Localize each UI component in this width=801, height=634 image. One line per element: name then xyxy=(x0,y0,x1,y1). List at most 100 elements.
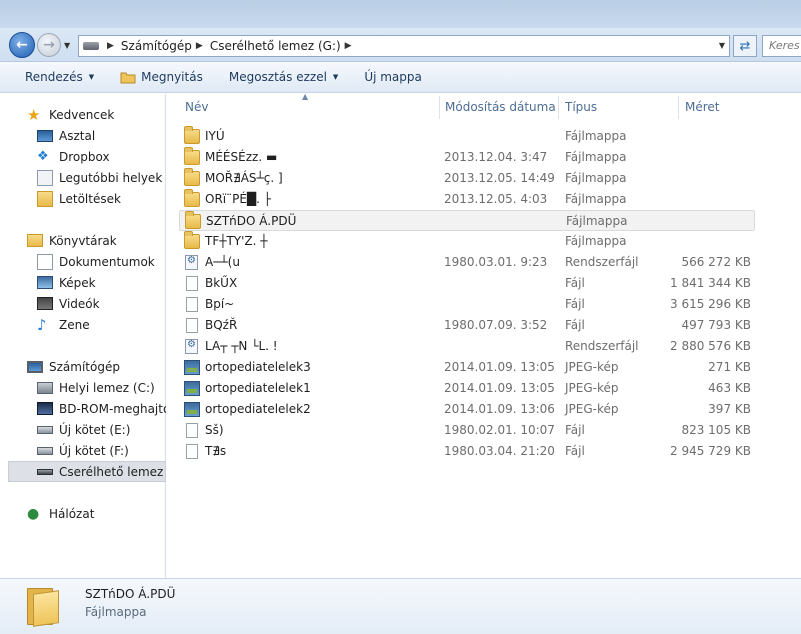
file-row[interactable]: BQźŘ 1980.07.09. 3:52 Fájl 497 793 KB xyxy=(179,315,755,336)
column-header-modified[interactable]: Módosítás dátuma xyxy=(445,100,556,114)
nav-label: Dokumentumok xyxy=(59,254,155,269)
chevron-right-icon[interactable]: ▶ xyxy=(107,41,114,51)
jpeg-image-icon xyxy=(184,360,200,375)
file-row[interactable]: T∄s 1980.03.04. 21:20 Fájl 2 945 729 KB xyxy=(179,441,755,462)
nav-label: Új kötet (F:) xyxy=(59,443,129,458)
file-name: MÉÉSÉzz. ▬ xyxy=(205,150,278,164)
search-input[interactable]: Keres xyxy=(762,35,801,57)
file-row[interactable]: ORï¨PÉ█. ├ 2013.12.05. 4:03 Fájlmappa xyxy=(179,189,755,210)
documents-icon xyxy=(37,253,53,270)
file-name: MOŘ∄ÁS┴ç. ] xyxy=(205,171,283,185)
file-row[interactable]: IYÚ Fájlmappa xyxy=(179,126,755,147)
address-box[interactable]: ▶ Számítógép ▶ Cserélhető lemez (G:) ▶ ▼ xyxy=(78,35,730,57)
nav-dropbox[interactable]: ❖ Dropbox xyxy=(0,146,166,167)
folder-icon xyxy=(184,231,200,249)
nav-favorites[interactable]: ★ Kedvencek xyxy=(0,104,166,125)
breadcrumb-computer[interactable]: Számítógép xyxy=(121,39,192,53)
new-folder-button[interactable]: Új mappa xyxy=(364,70,422,84)
file-row[interactable]: TF┼TY'Z. ┼ Fájlmappa xyxy=(179,231,755,252)
file-name: BQźŘ xyxy=(205,318,238,332)
nav-recent-places[interactable]: Legutóbbi helyek xyxy=(0,167,166,188)
file-name: Sš) xyxy=(205,423,224,437)
organize-button[interactable]: Rendezés ▼ xyxy=(25,70,94,84)
column-divider[interactable] xyxy=(678,96,679,119)
file-size: 497 793 KB xyxy=(681,318,751,332)
file-type: Fájlmappa xyxy=(565,129,627,143)
nav-volume-e[interactable]: Új kötet (E:) xyxy=(0,419,166,440)
nav-videos[interactable]: Videók xyxy=(0,293,166,314)
file-row[interactable]: ortopediatelelek2 2014.01.09. 13:06 JPEG… xyxy=(179,399,755,420)
nav-computer[interactable]: Számítógép xyxy=(0,356,166,377)
file-icon xyxy=(186,318,198,333)
file-row[interactable]: A─┴(u 1980.03.01. 9:23 Rendszerfájl 566 … xyxy=(179,252,755,273)
nav-bd-rom[interactable]: BD-ROM-meghajtó xyxy=(0,398,166,419)
bd-rom-icon xyxy=(37,402,53,415)
file-name: A─┴(u xyxy=(205,255,240,269)
file-row-selected[interactable]: SZTńDO Á.PDÜ Fájlmappa xyxy=(179,210,755,231)
column-header-name[interactable]: Név xyxy=(185,100,208,114)
nav-libraries[interactable]: Könyvtárak xyxy=(0,230,166,251)
file-type: JPEG-kép xyxy=(565,381,619,395)
file-type: Fájl xyxy=(565,318,585,332)
address-dropdown-icon[interactable]: ▼ xyxy=(719,41,725,50)
file-row[interactable]: ortopediatelelek1 2014.01.09. 13:05 JPEG… xyxy=(179,378,755,399)
file-icon xyxy=(186,297,198,312)
nav-volume-f[interactable]: Új kötet (F:) xyxy=(0,440,166,461)
nav-label: Videók xyxy=(59,296,100,311)
nav-network[interactable]: ● Hálózat xyxy=(0,503,166,524)
refresh-button[interactable]: ⇄ xyxy=(733,35,757,57)
column-header-type[interactable]: Típus xyxy=(565,100,597,114)
file-row[interactable]: Sš) 1980.02.01. 10:07 Fájl 823 105 KB xyxy=(179,420,755,441)
chevron-right-icon[interactable]: ▶ xyxy=(196,41,203,51)
nav-pictures[interactable]: Képek xyxy=(0,272,166,293)
file-row[interactable]: MÉÉSÉzz. ▬ 2013.12.04. 3:47 Fájlmappa xyxy=(179,147,755,168)
nav-label: Cserélhető lemez (G:) xyxy=(59,464,165,479)
chevron-right-icon[interactable]: ▶ xyxy=(345,41,352,51)
file-date: 2013.12.04. 3:47 xyxy=(444,150,548,164)
nav-desktop[interactable]: Asztal xyxy=(0,125,166,146)
file-type: Fájlmappa xyxy=(565,192,627,206)
nav-label: Képek xyxy=(59,275,96,290)
file-name: IYÚ xyxy=(205,129,225,143)
nav-label: Számítógép xyxy=(49,359,120,374)
file-row[interactable]: Bpí~ Fájl 3 615 296 KB xyxy=(179,294,755,315)
nav-label: Zene xyxy=(59,317,90,332)
nav-local-disk-c[interactable]: Helyi lemez (C:) xyxy=(0,377,166,398)
file-row[interactable]: MOŘ∄ÁS┴ç. ] 2013.12.05. 14:49 Fájlmappa xyxy=(179,168,755,189)
recent-pages-dropdown[interactable]: ▼ xyxy=(64,41,70,50)
system-file-icon xyxy=(185,255,198,270)
share-button[interactable]: Megosztás ezzel ▼ xyxy=(229,70,338,84)
music-note-icon: ♪ xyxy=(37,315,47,334)
nav-music[interactable]: ♪ Zene xyxy=(0,314,166,335)
removable-drive-icon xyxy=(37,468,53,475)
nav-downloads[interactable]: Letöltések xyxy=(0,188,166,209)
nav-label: Legutóbbi helyek xyxy=(59,170,163,185)
open-button[interactable]: Megnyitás xyxy=(120,70,203,84)
caret-down-icon: ▼ xyxy=(88,73,95,81)
file-date: 2014.01.09. 13:05 xyxy=(444,381,555,395)
nav-removable-disk-g[interactable]: Cserélhető lemez (G:) xyxy=(8,461,166,482)
jpeg-image-icon xyxy=(184,402,200,417)
file-row[interactable]: BkŰX Fájl 1 841 344 KB xyxy=(179,273,755,294)
file-row[interactable]: LA┬ ┬N └L. ! Rendszerfájl 2 880 576 KB xyxy=(179,336,755,357)
back-button[interactable]: ← xyxy=(9,32,35,58)
nav-documents[interactable]: Dokumentumok xyxy=(0,251,166,272)
column-header-row: ▲ Név Módosítás dátuma Típus Méret xyxy=(167,92,801,121)
file-date: 1980.03.01. 9:23 xyxy=(444,255,548,269)
file-type: Fájlmappa xyxy=(565,171,627,185)
file-type: Fájlmappa xyxy=(565,150,627,164)
file-type: Rendszerfájl xyxy=(565,255,639,269)
column-divider[interactable] xyxy=(558,96,559,119)
nav-label: Kedvencek xyxy=(49,107,115,122)
details-item-name: SZTńDO Á.PDÜ xyxy=(85,587,176,601)
file-row[interactable]: ortopediatelelek3 2014.01.09. 13:05 JPEG… xyxy=(179,357,755,378)
breadcrumb-removable-disk[interactable]: Cserélhető lemez (G:) xyxy=(210,39,341,53)
file-size: 397 KB xyxy=(708,402,751,416)
column-header-size[interactable]: Méret xyxy=(685,100,720,114)
forward-button[interactable]: → xyxy=(37,33,61,57)
column-divider[interactable] xyxy=(439,96,440,119)
nav-label: Letöltések xyxy=(59,191,121,206)
file-date: 1980.02.01. 10:07 xyxy=(444,423,555,437)
file-name: TF┼TY'Z. ┼ xyxy=(205,234,268,248)
file-date: 2013.12.05. 4:03 xyxy=(444,192,548,206)
